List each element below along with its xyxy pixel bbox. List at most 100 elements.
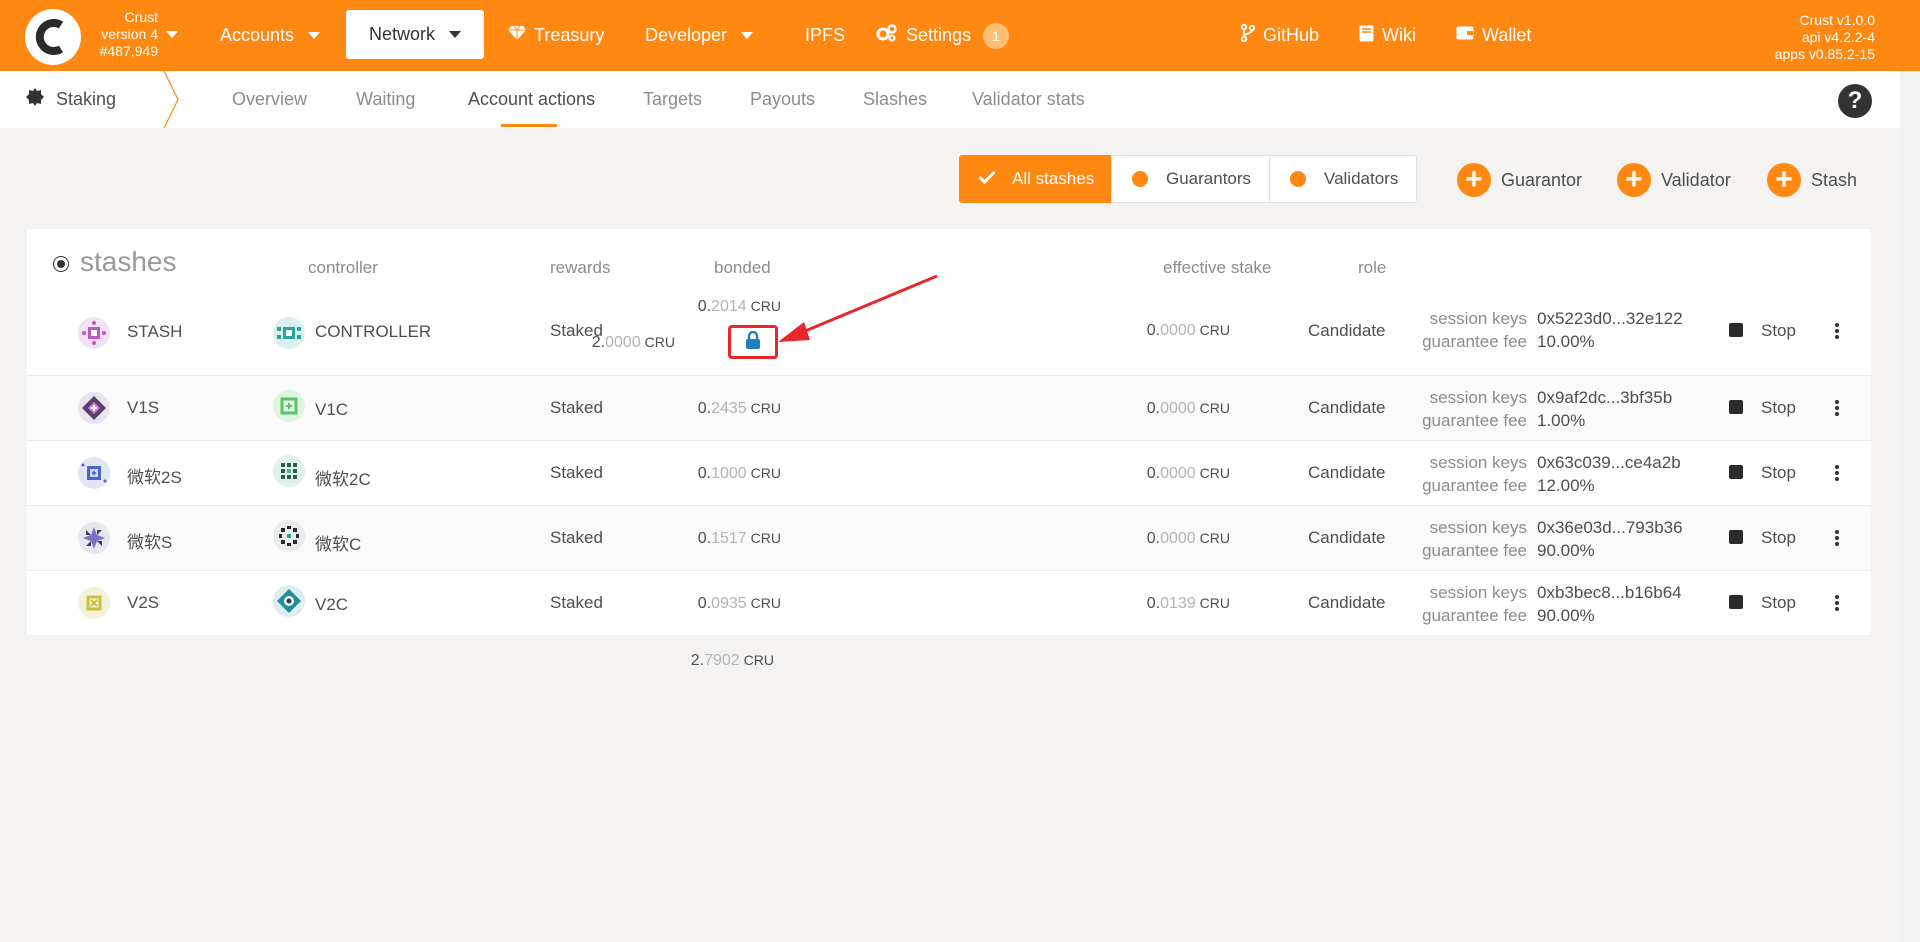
help-icon[interactable]: ? [1838, 84, 1872, 118]
nav-network[interactable]: Network [346, 10, 484, 59]
guarantee-fee-value: 12.00% [1537, 476, 1595, 495]
bonded-amount: 0.1000 CRU [697, 465, 781, 482]
nav-settings[interactable]: Settings 1 [876, 0, 1010, 71]
session-keys-label: session keys [1429, 583, 1527, 602]
nav-wallet[interactable]: Wallet [1456, 0, 1531, 71]
nav-network-label: Network [368, 24, 435, 44]
controller-name[interactable]: V2C [315, 595, 348, 615]
nav-ipfs[interactable]: IPFS [805, 0, 845, 71]
more-options-icon[interactable] [1835, 398, 1841, 418]
stop-button[interactable]: Stop [1729, 398, 1796, 418]
tab-slashes[interactable]: Slashes [863, 71, 927, 128]
stashes-header: stashes [54, 246, 177, 278]
stop-button[interactable]: Stop [1729, 463, 1796, 483]
plus-icon: + [1767, 163, 1801, 197]
guarantee-fee-value: 90.00% [1537, 606, 1595, 625]
identicon-icon[interactable] [78, 522, 110, 554]
identicon-icon[interactable] [78, 587, 110, 619]
identicon-icon[interactable] [273, 390, 305, 422]
role-value: Candidate [1308, 321, 1386, 340]
more-options-icon[interactable] [1835, 463, 1841, 483]
controller-name[interactable]: 微软C [315, 530, 361, 555]
effective-stake-amount: 0.0000 CRU [1146, 400, 1230, 417]
staking-title: Staking [56, 89, 117, 109]
page-scrollbar[interactable] [1900, 71, 1920, 942]
stop-icon [1729, 465, 1743, 479]
role-value: Candidate [1308, 528, 1386, 547]
controller-name[interactable]: CONTROLLER [315, 322, 431, 342]
add-validator-button[interactable]: + Validator [1617, 162, 1731, 198]
locked-amount: 2.0000 CRU [591, 334, 675, 351]
session-keys-value: 0x36e03d...793b36 [1537, 518, 1683, 537]
identicon-icon[interactable] [273, 455, 305, 487]
nav-settings-label: Settings [906, 25, 972, 45]
controller-header: controller [308, 258, 378, 277]
lock-icon[interactable] [745, 330, 761, 354]
bonded-amount: 0.1517 CRU [697, 530, 781, 547]
identicon-icon[interactable] [78, 457, 110, 489]
add-stash-button[interactable]: + Stash [1767, 162, 1857, 198]
chevron-down-icon [449, 31, 461, 38]
stash-name[interactable]: V2S [127, 593, 159, 613]
crust-logo-icon[interactable] [25, 9, 81, 65]
stash-name[interactable]: V1S [127, 398, 159, 418]
nav-treasury[interactable]: Treasury [508, 0, 604, 71]
stash-name[interactable]: 微软2S [127, 463, 182, 488]
bonded-amount: 0.2014 CRU [697, 298, 781, 315]
table-row: V2S V2C Staked 0.0935 CRU 0.0139 CRU Candi… [27, 570, 1871, 635]
bonded-amount: 0.2435 CRU [697, 400, 781, 417]
staking-subnav: Staking Overview Waiting Account actions… [0, 71, 1920, 128]
stop-button[interactable]: Stop [1729, 321, 1796, 341]
tab-overview[interactable]: Overview [232, 71, 307, 128]
active-tab-indicator [501, 124, 557, 127]
stash-name[interactable]: 微软S [127, 528, 172, 553]
identicon-icon[interactable] [78, 392, 110, 424]
chevron-down-icon[interactable] [166, 31, 178, 38]
tab-payouts[interactable]: Payouts [750, 71, 815, 128]
stash-name[interactable]: STASH [127, 322, 182, 342]
more-options-icon[interactable] [1835, 528, 1841, 548]
tab-waiting[interactable]: Waiting [356, 71, 415, 128]
nav-wiki[interactable]: Wiki [1359, 0, 1416, 71]
more-options-icon[interactable] [1835, 321, 1841, 341]
more-options-icon[interactable] [1835, 593, 1841, 613]
identicon-icon[interactable] [273, 520, 305, 552]
nav-accounts[interactable]: Accounts [220, 0, 321, 71]
tab-validator-stats[interactable]: Validator stats [972, 71, 1085, 128]
add-stash-label: Stash [1811, 169, 1858, 190]
tab-account-actions[interactable]: Account actions [468, 71, 595, 128]
effective-stake-header: effective stake [1163, 258, 1272, 277]
chain-name: Crust [124, 9, 158, 25]
controller-name[interactable]: 微软2C [315, 465, 371, 490]
controller-name[interactable]: V1C [315, 400, 348, 420]
stop-icon [1729, 400, 1743, 414]
filter-all-stashes[interactable]: All stashes [959, 155, 1112, 203]
filter-validators[interactable]: Validators [1269, 155, 1417, 203]
stop-button[interactable]: Stop [1729, 593, 1796, 613]
table-row: 微软2S 微软2C Staked 0.1000 CRU 0.0000 CRU Can… [27, 440, 1871, 505]
guarantee-fee-value: 90.00% [1537, 541, 1595, 560]
filter-guarantors[interactable]: Guarantors [1111, 155, 1270, 203]
identicon-icon[interactable] [78, 317, 110, 349]
identicon-icon[interactable] [273, 585, 305, 617]
nav-github[interactable]: GitHub [1240, 0, 1320, 71]
plus-icon: + [1617, 163, 1651, 197]
tab-targets[interactable]: Targets [643, 71, 702, 128]
add-guarantor-button[interactable]: + Guarantor [1457, 162, 1582, 198]
check-icon [978, 169, 996, 189]
top-nav-bar: Crust version 4 #487,949 Accounts Networ… [0, 0, 1920, 71]
identicon-icon[interactable] [273, 317, 305, 349]
chain-selector[interactable]: Crust version 4 #487,949 [92, 9, 158, 60]
stop-icon [1729, 595, 1743, 609]
table-row: V1S V1C Staked 0.2435 CRU 0.0000 CRU Candi… [27, 375, 1871, 440]
gem-icon [508, 25, 526, 46]
certificate-icon [26, 88, 44, 111]
settings-badge: 1 [983, 22, 1010, 49]
stop-button[interactable]: Stop [1729, 528, 1796, 548]
nav-github-label: GitHub [1263, 25, 1320, 45]
rewards-status: Staked [550, 398, 603, 417]
wallet-icon [1456, 25, 1474, 46]
guarantee-fee-label: guarantee fee [1422, 332, 1527, 351]
nav-developer[interactable]: Developer [645, 0, 754, 71]
guarantee-fee-value: 10.00% [1537, 332, 1595, 351]
